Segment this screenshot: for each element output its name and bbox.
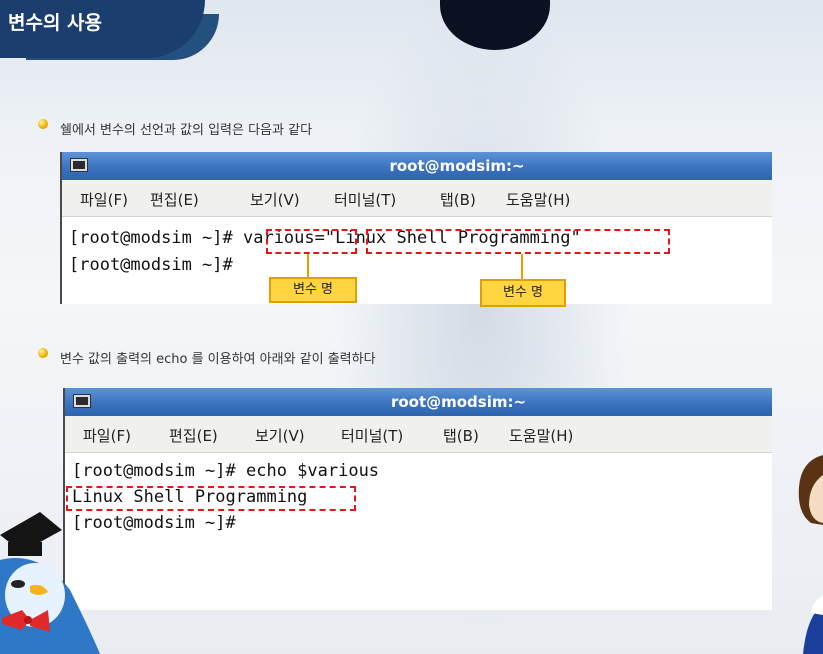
terminal-titlebar[interactable]: root@modsim:~ (62, 152, 772, 180)
character-mascot (798, 455, 823, 654)
callout-variable-name: 변수 명 (269, 277, 357, 303)
terminal-window-1: root@modsim:~ 파일(F) 편집(E) 보기(V) 터미널(T) 탭… (60, 152, 772, 304)
menu-file[interactable]: 파일(F) (80, 189, 128, 210)
menu-tabs[interactable]: 탭(B) (440, 189, 476, 210)
title-banner: 변수의 사용 (0, 0, 205, 58)
terminal-titlebar[interactable]: root@modsim:~ (65, 388, 772, 416)
terminal-title: root@modsim:~ (390, 393, 527, 411)
callout-connector-left (307, 254, 309, 278)
bullet-icon (38, 119, 48, 129)
highlight-variable-name (266, 229, 357, 254)
bullet-text-2: 변수 값의 출력의 echo 를 이용하여 아래와 같이 출력하다 (60, 352, 376, 367)
menu-view[interactable]: 보기(V) (255, 425, 305, 446)
terminal-title: root@modsim:~ (389, 157, 525, 175)
terminal-line-2: [root@modsim ~]# (69, 255, 233, 275)
callout-variable-value: 변수 명 (480, 279, 566, 307)
page-title: 변수의 사용 (8, 12, 103, 34)
penguin-mascot (0, 512, 100, 654)
highlight-echo-output (66, 486, 356, 511)
bullet-text-1: 쉘에서 변수의 선언과 값의 입력은 다음과 같다 (60, 123, 313, 138)
bullet-icon (38, 348, 48, 358)
terminal-menubar: 파일(F) 편집(E) 보기(V) 터미널(T) 탭(B) 도움말(H) (62, 180, 772, 217)
callout-connector-right (521, 254, 523, 280)
highlight-variable-value (366, 229, 670, 254)
menu-file[interactable]: 파일(F) (83, 425, 131, 446)
menu-edit[interactable]: 편집(E) (169, 425, 218, 446)
terminal-line-1: [root@modsim ~]# echo $various (72, 461, 380, 481)
menu-terminal[interactable]: 터미널(T) (341, 425, 403, 446)
menu-edit[interactable]: 편집(E) (150, 189, 199, 210)
menu-help[interactable]: 도움말(H) (506, 189, 570, 210)
terminal-menubar: 파일(F) 편집(E) 보기(V) 터미널(T) 탭(B) 도움말(H) (65, 416, 772, 453)
menu-help[interactable]: 도움말(H) (509, 425, 573, 446)
menu-terminal[interactable]: 터미널(T) (334, 189, 396, 210)
menu-view[interactable]: 보기(V) (250, 189, 300, 210)
menu-tabs[interactable]: 탭(B) (443, 425, 479, 446)
